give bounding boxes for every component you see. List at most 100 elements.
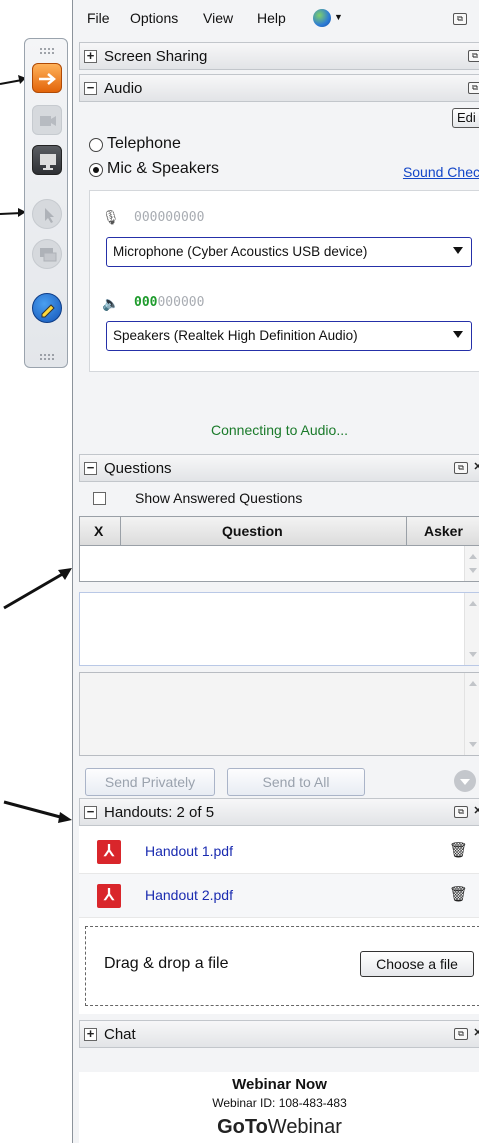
show-panel-arrow-icon[interactable]: [32, 63, 62, 93]
webcam-icon[interactable]: [32, 105, 62, 135]
column-asker[interactable]: Asker: [424, 523, 463, 539]
trash-icon[interactable]: 🗑: [449, 841, 468, 859]
question-detail-area[interactable]: [79, 592, 479, 666]
show-answered-label[interactable]: Show Answered Questions: [135, 490, 302, 506]
speaker-level-meter: 000000000: [134, 295, 204, 310]
popout-icon[interactable]: ⧉: [454, 806, 468, 818]
expand-icon[interactable]: +: [84, 1027, 97, 1041]
send-privately-button[interactable]: Send Privately: [85, 768, 215, 796]
webinar-title: Webinar Now: [232, 1076, 327, 1093]
audio-pane: Edi Telephone Mic & Speakers Sound Chec …: [79, 102, 479, 446]
globe-icon[interactable]: [313, 9, 331, 27]
expand-icon[interactable]: +: [84, 49, 97, 63]
telephone-label[interactable]: Telephone: [107, 135, 181, 153]
menu-bar: File Options View Help ▼ ⧉: [73, 0, 479, 38]
questions-list[interactable]: [79, 546, 479, 582]
send-to-all-button[interactable]: Send to All: [227, 768, 365, 796]
presenter-toolbar: [24, 38, 68, 368]
screen-sharing-header[interactable]: + Screen Sharing ⧉: [79, 42, 479, 70]
handouts-header[interactable]: − Handouts: 2 of 5 ⧉ ✕: [79, 798, 479, 826]
close-icon[interactable]: ✕: [471, 806, 479, 818]
close-icon[interactable]: ✕: [471, 1028, 479, 1040]
chat-title: Chat: [104, 1026, 136, 1043]
logo-bold: GoTo: [217, 1116, 268, 1138]
menu-help[interactable]: Help: [257, 10, 286, 26]
file-dropzone[interactable]: Drag & drop a file Choose a file: [85, 926, 479, 1006]
popout-icon[interactable]: ⧉: [468, 50, 479, 62]
screen-sharing-title: Screen Sharing: [104, 48, 208, 65]
dropzone-text: Drag & drop a file: [104, 955, 229, 972]
gotowebinar-logo: GoToWebinar: [79, 1116, 479, 1139]
answer-scrollbar[interactable]: [464, 673, 479, 755]
menu-file[interactable]: File: [87, 10, 110, 26]
chat-header[interactable]: + Chat ⧉ ✕: [79, 1020, 479, 1048]
collapse-icon[interactable]: −: [84, 81, 97, 95]
mic-speakers-radio[interactable]: [89, 163, 103, 177]
chevron-down-icon: [453, 331, 463, 338]
pdf-icon: ⅄: [97, 840, 121, 864]
speaker-icon: 🔈: [102, 295, 120, 311]
toolbar-grip-bottom[interactable]: [39, 353, 55, 361]
handouts-title: Handouts: 2 of 5: [104, 804, 215, 821]
audio-title: Audio: [104, 80, 143, 97]
chat-bubble-icon[interactable]: [32, 239, 62, 269]
answer-textarea[interactable]: [79, 672, 479, 756]
collapse-icon[interactable]: −: [84, 805, 97, 819]
column-divider[interactable]: [406, 517, 407, 545]
trash-icon[interactable]: 🗑: [449, 885, 468, 903]
microphone-icon: 🎙: [102, 209, 120, 225]
speaker-select[interactable]: Speakers (Realtek High Definition Audio): [106, 321, 472, 351]
webinar-id: Webinar ID: 108-483-483: [212, 1096, 347, 1110]
questions-scrollbar[interactable]: [464, 546, 479, 581]
pointer-icon[interactable]: [32, 199, 62, 229]
annotation-arrow-questions: [3, 568, 72, 610]
logo-rest: Webinar: [267, 1116, 342, 1138]
microphone-select[interactable]: Microphone (Cyber Acoustics USB device): [106, 237, 472, 267]
audio-header[interactable]: − Audio ⧉: [79, 74, 479, 102]
mic-level-value: 000000000: [134, 210, 205, 225]
collapse-icon[interactable]: −: [84, 461, 97, 475]
questions-pane: Show Answered Questions X Question Asker…: [79, 482, 479, 800]
handout-name[interactable]: Handout 1.pdf: [145, 843, 233, 859]
questions-table-header: X Question Asker: [79, 516, 479, 546]
popout-icon[interactable]: ⧉: [468, 82, 479, 94]
control-panel: File Options View Help ▼ ⧉ + Screen Shar…: [72, 0, 479, 1143]
screen-share-icon[interactable]: [32, 145, 62, 175]
column-question[interactable]: Question: [222, 523, 283, 539]
detail-scrollbar[interactable]: [464, 593, 479, 665]
column-divider[interactable]: [120, 517, 121, 545]
column-x[interactable]: X: [94, 523, 103, 539]
handout-row[interactable]: ⅄ Handout 2.pdf 🗑: [79, 874, 479, 918]
chevron-down-icon[interactable]: [454, 770, 476, 792]
popout-icon[interactable]: ⧉: [454, 462, 468, 474]
choose-file-button[interactable]: Choose a file: [360, 951, 474, 977]
audio-status: Connecting to Audio...: [211, 422, 348, 438]
chevron-down-icon: [453, 247, 463, 254]
edit-audio-button[interactable]: Edi: [452, 108, 479, 128]
close-icon[interactable]: ✕: [471, 462, 479, 474]
drawing-tool-icon[interactable]: [32, 293, 62, 323]
chevron-down-icon[interactable]: ▼: [334, 12, 343, 22]
questions-header[interactable]: − Questions ⧉ ✕: [79, 454, 479, 482]
speaker-level-unlit: 000000: [157, 295, 205, 310]
speaker-select-value: Speakers (Realtek High Definition Audio): [113, 328, 358, 343]
show-answered-checkbox[interactable]: [93, 492, 106, 505]
sound-check-link[interactable]: Sound Chec: [403, 164, 479, 180]
audio-devices-box: 🎙 000000000 Microphone (Cyber Acoustics …: [89, 190, 479, 372]
menu-options[interactable]: Options: [130, 10, 178, 26]
webinar-footer: Webinar Now Webinar ID: 108-483-483 GoTo…: [79, 1072, 479, 1143]
telephone-radio[interactable]: [89, 138, 103, 152]
mic-level-meter: 000000000: [134, 210, 204, 225]
menu-view[interactable]: View: [203, 10, 233, 26]
toolbar-grip-top[interactable]: [39, 47, 55, 55]
mic-speakers-label[interactable]: Mic & Speakers: [107, 160, 219, 178]
handout-name[interactable]: Handout 2.pdf: [145, 887, 233, 903]
pdf-icon: ⅄: [97, 884, 121, 908]
popout-icon[interactable]: ⧉: [454, 1028, 468, 1040]
handouts-pane: ⅄ Handout 1.pdf 🗑 ⅄ Handout 2.pdf 🗑 Drag…: [79, 826, 479, 1014]
annotation-arrow-handouts: [3, 800, 72, 823]
microphone-select-value: Microphone (Cyber Acoustics USB device): [113, 244, 368, 259]
popout-icon[interactable]: ⧉: [453, 13, 467, 25]
speaker-level-lit: 000: [134, 295, 158, 310]
handout-row[interactable]: ⅄ Handout 1.pdf 🗑: [79, 830, 479, 874]
